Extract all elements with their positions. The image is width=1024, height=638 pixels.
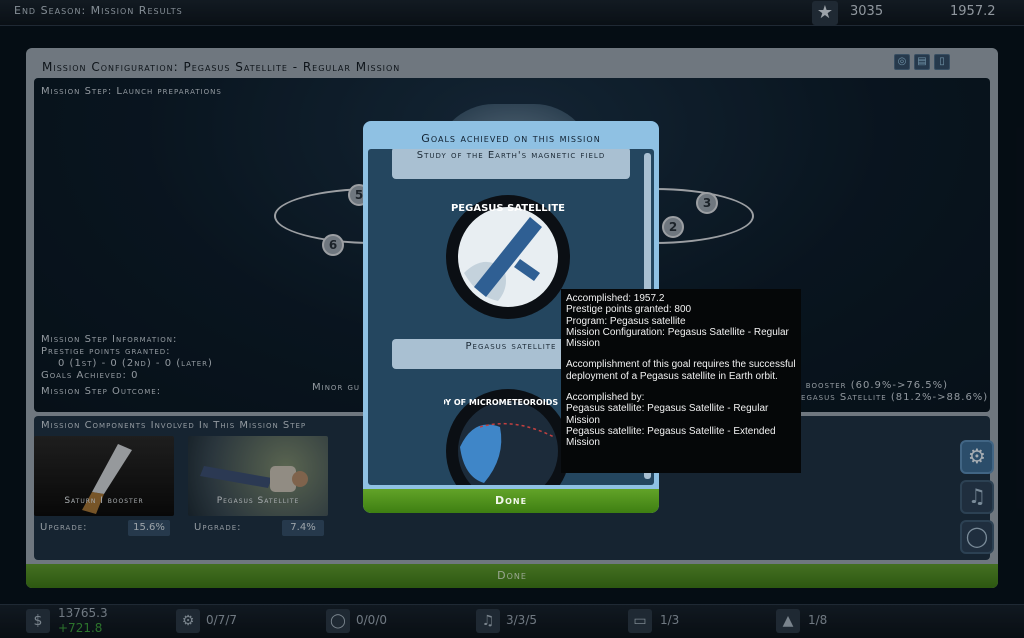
tooltip-program: Program: Pegasus satellite: [566, 315, 686, 327]
tooltip-mission-config: Mission Configuration: Pegasus Satellite…: [566, 326, 789, 350]
goal-name: Study of the Earth's magnetic field: [392, 149, 630, 179]
badge-text: PEGASUS SATELLITE: [451, 203, 565, 214]
tooltip-prestige: Prestige points granted: 800: [566, 304, 692, 316]
pegasus-satellite-badge: PEGASUS SATELLITE: [446, 195, 570, 319]
micrometeoroids-badge: STUDY OF MICROMETEOROIDS IMPACT: [444, 389, 572, 485]
done-button[interactable]: Done: [363, 489, 659, 513]
tooltip-accomplished: Accomplished: 1957.2: [566, 293, 665, 304]
modal-title: Goals achieved on this mission: [421, 132, 601, 145]
goal-tooltip: Accomplished: 1957.2 Prestige points gra…: [561, 289, 801, 473]
tooltip-accomplished-by-label: Accomplished by:: [566, 392, 645, 404]
tooltip-description: Accomplishment of this goal requires the…: [566, 359, 796, 382]
tooltip-accomplished-by-item: Pegasus satellite: Pegasus Satellite - E…: [566, 425, 776, 449]
badge-text: STUDY OF MICROMETEOROIDS IMPACT: [444, 398, 572, 407]
tooltip-accomplished-by-item: Pegasus satellite: Pegasus Satellite - R…: [566, 403, 769, 426]
